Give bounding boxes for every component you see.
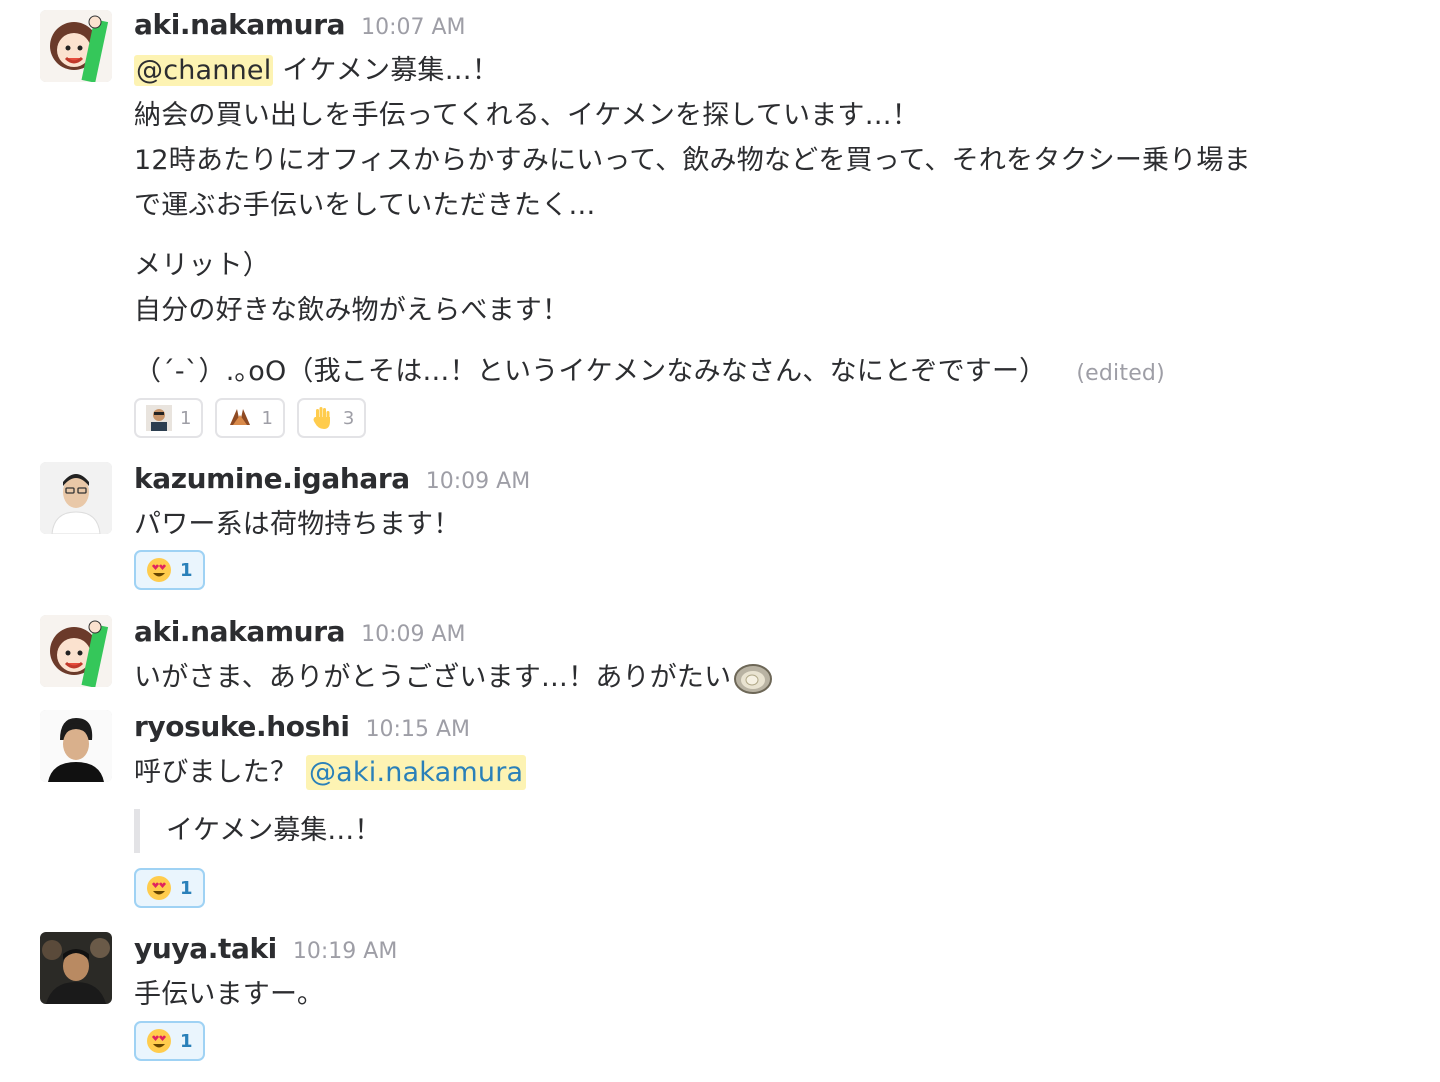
- edited-label: (edited): [1076, 361, 1165, 386]
- message-text: 呼びました？: [134, 757, 306, 788]
- user-mention-link[interactable]: @aki.nakamura: [305, 755, 527, 790]
- reactions-bar: 1: [134, 1021, 205, 1061]
- raised-hand-emoji-icon: [313, 407, 330, 429]
- timestamp[interactable]: 10:19 AM: [293, 939, 397, 964]
- user-avatar-icon: [40, 615, 112, 687]
- heart-eyes-emoji-icon: [147, 558, 171, 582]
- reaction-pill[interactable]: 1: [134, 398, 204, 438]
- reactions-bar: 1: [134, 550, 205, 590]
- reaction-pill[interactable]: 1: [134, 868, 205, 908]
- reaction-pill[interactable]: 1: [215, 398, 285, 438]
- timestamp[interactable]: 10:09 AM: [361, 622, 465, 647]
- avatar[interactable]: [40, 932, 112, 1004]
- username[interactable]: yuya.taki: [134, 932, 277, 965]
- message-text-line: （´-`）.｡oO（我こそは…！というイケメンなみなさん、なにとぞですー） (ed…: [134, 349, 1400, 396]
- message-text-line: 呼びました？ @aki.nakamura: [134, 750, 1400, 795]
- user-avatar-icon: [40, 462, 112, 534]
- message-text: （´-`）.｡oO（我こそは…！というイケメンなみなさん、なにとぞですー）: [134, 356, 1047, 387]
- oyster-custom-emoji-icon: [230, 409, 251, 425]
- heart-eyes-emoji-icon: [147, 1029, 171, 1053]
- oyster-emoji-icon: [734, 663, 773, 694]
- username[interactable]: aki.nakamura: [134, 615, 346, 648]
- heart-eyes-emoji-icon: [147, 876, 171, 900]
- reaction-count: 1: [261, 407, 273, 429]
- message-header: aki.nakamura 10:07 AM: [134, 8, 1400, 48]
- avatar[interactable]: [40, 615, 112, 687]
- reaction-count: 1: [180, 877, 193, 899]
- message-header: kazumine.igahara 10:09 AM: [134, 462, 1400, 502]
- username[interactable]: kazumine.igahara: [134, 462, 410, 495]
- reaction-pill[interactable]: 1: [134, 550, 205, 590]
- user-avatar-icon: [40, 932, 112, 1004]
- reactions-bar: 1: [134, 868, 205, 908]
- user-avatar-icon: [40, 710, 112, 782]
- message-text-line: メリット）: [134, 250, 270, 281]
- message-text-line: 手伝いますー。: [134, 979, 325, 1010]
- message-header: ryosuke.hoshi 10:15 AM: [134, 710, 1400, 750]
- reaction-count: 3: [342, 407, 355, 429]
- reaction-pill[interactable]: 3: [296, 398, 367, 438]
- reaction-count: 1: [180, 1030, 193, 1052]
- reaction-count: 1: [180, 407, 192, 429]
- avatar[interactable]: [40, 710, 112, 782]
- message-header: yuya.taki 10:19 AM: [134, 932, 1400, 972]
- reaction-count: 1: [180, 559, 193, 581]
- message-text-line: 自分の好きな飲み物がえらべます！: [134, 295, 570, 326]
- avatar[interactable]: [40, 462, 112, 534]
- username[interactable]: ryosuke.hoshi: [134, 710, 350, 743]
- avatar[interactable]: [40, 10, 112, 82]
- message-text-line: 納会の買い出しを手伝ってくれる、イケメンを探しています…！: [134, 100, 920, 131]
- timestamp[interactable]: 10:09 AM: [426, 469, 530, 494]
- channel-mention[interactable]: @channel: [134, 55, 274, 86]
- message-text-line: パワー系は荷物持ちます！: [134, 509, 461, 540]
- timestamp[interactable]: 10:15 AM: [366, 717, 470, 742]
- reactions-bar: 1 1 3: [134, 398, 367, 438]
- message-text: いがさま、ありがとうございます…！ありがたい: [134, 662, 732, 693]
- message-text-line: いがさま、ありがとうございます…！ありがたい: [134, 655, 1400, 700]
- timestamp[interactable]: 10:07 AM: [361, 15, 465, 40]
- message-text-line: 12時あたりにオフィスからかすみにいって、飲み物などを買って、それをタクシー乗り…: [134, 145, 1251, 176]
- message-text-line: で運ぶお手伝いをしていただきたく…: [134, 190, 596, 221]
- message-header: aki.nakamura 10:09 AM: [134, 615, 1400, 655]
- message-text-line: @channel イケメン募集…！: [134, 48, 1400, 93]
- message-text: イケメン募集…！: [273, 55, 500, 86]
- person-custom-emoji-icon: [146, 405, 172, 431]
- reaction-pill[interactable]: 1: [134, 1021, 205, 1061]
- quote-block: イケメン募集…！: [134, 809, 381, 853]
- username[interactable]: aki.nakamura: [134, 8, 346, 41]
- user-avatar-icon: [40, 10, 112, 82]
